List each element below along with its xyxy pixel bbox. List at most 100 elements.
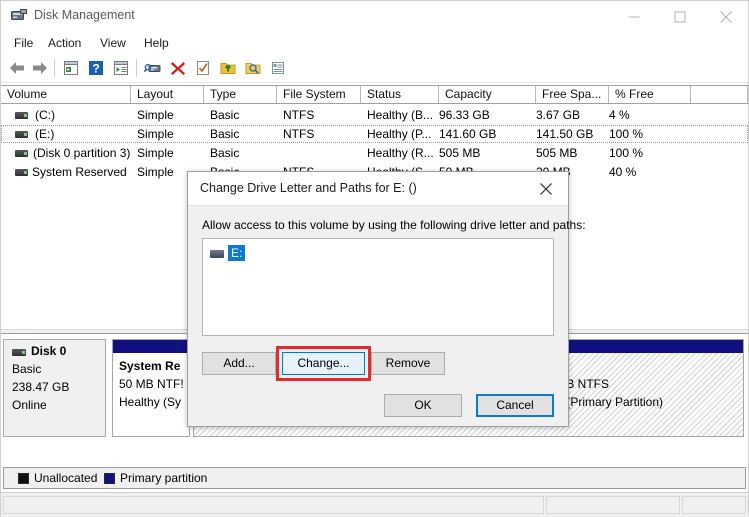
column-header-layout[interactable]: Layout bbox=[131, 86, 204, 103]
delete-icon[interactable] bbox=[168, 58, 188, 78]
close-icon bbox=[720, 11, 732, 23]
legend-label-unallocated: Unallocated bbox=[34, 471, 97, 485]
toolbar-separator-2 bbox=[136, 59, 137, 77]
column-header-volume[interactable]: Volume bbox=[1, 86, 131, 103]
show-action-pane-icon[interactable] bbox=[111, 58, 131, 78]
disk-icon bbox=[12, 349, 26, 356]
cell-layout: Simple bbox=[137, 106, 204, 124]
dialog-title: Change Drive Letter and Paths for E: () bbox=[200, 181, 417, 195]
list-item-label: E: bbox=[228, 245, 245, 261]
remove-button[interactable]: Remove bbox=[371, 352, 445, 375]
help-icon[interactable]: ? bbox=[86, 58, 106, 78]
disk-info-panel[interactable]: Disk 0 Basic 238.47 GB Online bbox=[3, 339, 106, 437]
back-arrow-icon[interactable] bbox=[7, 58, 27, 78]
cell-percent-free: 100 % bbox=[609, 125, 689, 143]
cell-volume: (C:) bbox=[35, 106, 131, 124]
cell-layout: Simple bbox=[137, 144, 204, 162]
column-header-capacity[interactable]: Capacity bbox=[439, 86, 536, 103]
toolbar: ? bbox=[1, 54, 748, 83]
column-header-status[interactable]: Status bbox=[361, 86, 439, 103]
menu-file[interactable]: File bbox=[7, 35, 40, 52]
status-pane-2 bbox=[546, 496, 680, 514]
show-hide-console-tree-icon[interactable] bbox=[61, 58, 81, 78]
disk-state: Online bbox=[12, 398, 47, 412]
cell-volume: System Reserved bbox=[32, 163, 137, 181]
cell-capacity: 505 MB bbox=[439, 144, 534, 162]
menu-action[interactable]: Action bbox=[41, 35, 88, 52]
cell-file-system: NTFS bbox=[283, 125, 361, 143]
close-icon bbox=[540, 183, 552, 195]
cell-free-space: 141.50 GB bbox=[536, 125, 607, 143]
partition-status: Healthy (Sy bbox=[119, 395, 181, 409]
disk-management-icon bbox=[11, 9, 27, 23]
cell-volume: (E:) bbox=[35, 125, 131, 143]
cell-file-system: NTFS bbox=[283, 106, 361, 124]
search-folder-icon[interactable] bbox=[243, 58, 263, 78]
cell-type: Basic bbox=[210, 125, 277, 143]
properties-check-icon[interactable] bbox=[193, 58, 213, 78]
partition-size: 50 MB NTF! bbox=[119, 377, 184, 391]
minimize-icon bbox=[628, 16, 639, 17]
cell-percent-free: 4 % bbox=[609, 106, 689, 124]
maximize-icon bbox=[674, 11, 685, 22]
disk-size: 238.47 GB bbox=[12, 380, 69, 394]
status-bar bbox=[1, 492, 748, 517]
minimize-button[interactable] bbox=[611, 1, 656, 32]
cell-status: Healthy (B... bbox=[367, 106, 442, 124]
cell-percent-free: 100 % bbox=[609, 144, 689, 162]
volume-list-header: Volume Layout Type File System Status Ca… bbox=[1, 85, 748, 104]
title-bar: Disk Management bbox=[1, 1, 748, 32]
cancel-button[interactable]: Cancel bbox=[476, 394, 554, 417]
partition-title: System Re bbox=[119, 359, 180, 373]
svg-text:?: ? bbox=[92, 62, 99, 76]
maximize-button[interactable] bbox=[657, 1, 702, 32]
drive-icon bbox=[210, 250, 224, 258]
drive-letter-list[interactable]: E: bbox=[202, 238, 554, 336]
dialog-message: Allow access to this volume by using the… bbox=[202, 218, 586, 232]
ok-button[interactable]: OK bbox=[384, 394, 462, 417]
legend-swatch-primary-partition bbox=[104, 473, 115, 484]
column-header-file-system[interactable]: File System bbox=[277, 86, 361, 103]
legend: Unallocated Primary partition bbox=[3, 467, 746, 489]
cell-percent-free: 40 % bbox=[609, 163, 689, 181]
volume-drive-icon bbox=[15, 131, 28, 138]
cell-type: Basic bbox=[210, 106, 277, 124]
column-header-spacer[interactable] bbox=[691, 86, 748, 103]
window-title: Disk Management bbox=[34, 8, 135, 22]
close-button[interactable] bbox=[703, 1, 748, 32]
table-row[interactable]: (E:) Simple Basic NTFS Healthy (P... 141… bbox=[1, 125, 748, 143]
menu-bar: File Action View Help bbox=[1, 32, 748, 54]
change-button-highlight bbox=[276, 346, 371, 381]
menu-view[interactable]: View bbox=[93, 35, 133, 52]
cell-type: Basic bbox=[210, 144, 277, 162]
change-drive-letter-dialog: Change Drive Letter and Paths for E: () … bbox=[187, 171, 569, 427]
disk-name: Disk 0 bbox=[31, 344, 66, 358]
column-header-free-space[interactable]: Free Spa... bbox=[536, 86, 609, 103]
cell-layout: Simple bbox=[137, 125, 204, 143]
table-row[interactable]: (Disk 0 partition 3) Simple Basic Health… bbox=[1, 144, 748, 162]
status-pane-3 bbox=[682, 496, 746, 514]
legend-swatch-unallocated bbox=[18, 473, 29, 484]
volume-drive-icon bbox=[15, 112, 28, 119]
detail-list-icon[interactable] bbox=[268, 58, 288, 78]
disk-management-window: Disk Management File Action View Help bbox=[0, 0, 749, 516]
column-header-percent-free[interactable]: % Free bbox=[609, 86, 691, 103]
rescan-disks-icon[interactable] bbox=[143, 58, 163, 78]
partition-color-bar bbox=[113, 340, 189, 353]
status-pane-1 bbox=[3, 496, 544, 514]
cell-status: Healthy (P... bbox=[367, 125, 442, 143]
menu-help[interactable]: Help bbox=[137, 35, 176, 52]
forward-arrow-icon[interactable] bbox=[30, 58, 50, 78]
dialog-close-button[interactable] bbox=[524, 172, 568, 205]
cell-free-space: 3.67 GB bbox=[536, 106, 607, 124]
cell-free-space: 505 MB bbox=[536, 144, 607, 162]
partition-system-reserved[interactable]: System Re 50 MB NTF! Healthy (Sy bbox=[112, 339, 190, 437]
export-list-icon[interactable] bbox=[218, 58, 238, 78]
add-button[interactable]: Add... bbox=[202, 352, 276, 375]
table-row[interactable]: (C:) Simple Basic NTFS Healthy (B... 96.… bbox=[1, 106, 748, 124]
cell-file-system bbox=[283, 144, 361, 162]
toolbar-separator-1 bbox=[54, 59, 55, 77]
column-header-type[interactable]: Type bbox=[204, 86, 277, 103]
volume-drive-icon bbox=[15, 169, 28, 176]
legend-label-primary-partition: Primary partition bbox=[120, 471, 207, 485]
